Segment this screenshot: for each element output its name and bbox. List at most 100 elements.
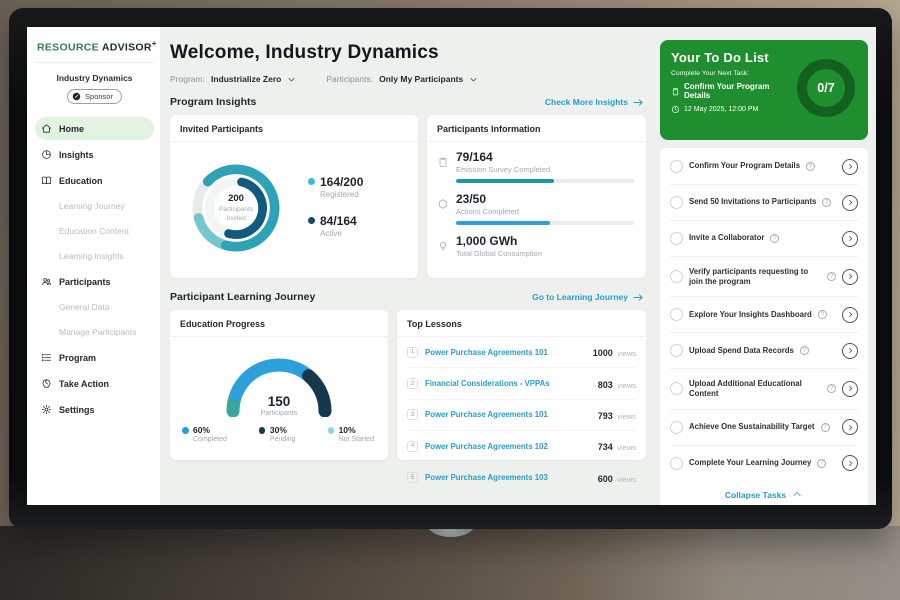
task-open-button[interactable] [842,159,858,175]
task-checkbox[interactable] [670,160,683,173]
education-gauge-chart: 150 Participants [209,345,349,417]
task-row-verify-participants: Verify participants requesting to join t… [670,257,858,297]
sidebar-item-general-data[interactable]: General Data [35,296,154,319]
participants-dropdown[interactable]: Participants: Only My Participants [326,74,478,84]
task-row-complete-learning-journey: Complete Your Learning Journey ? [670,446,858,481]
task-open-button[interactable] [842,195,858,211]
sidebar-item-home[interactable]: Home [35,117,154,140]
active-value: 84/164 [320,214,363,228]
help-icon[interactable]: ? [822,198,831,207]
clipboard-icon [671,87,680,96]
task-checkbox[interactable] [670,457,683,470]
help-icon[interactable]: ? [806,162,815,171]
task-checkbox[interactable] [670,382,683,395]
sidebar-item-settings[interactable]: Settings [35,398,154,421]
lesson-row: 2 Financial Considerations - VPPAs 803 v… [407,368,636,399]
task-label: Upload Additional Educational Content [689,379,821,399]
task-open-button[interactable] [842,381,858,397]
lesson-link[interactable]: Financial Considerations - VPPAs [425,379,591,388]
sidebar-item-label: Take Action [59,379,109,389]
clipboard-icon [437,156,449,168]
lesson-rank: 3 [407,409,418,420]
help-icon[interactable]: ? [818,310,827,319]
lesson-views-count: 600 [598,474,613,484]
task-label: Confirm Your Program Details [689,161,800,171]
task-open-button[interactable] [842,419,858,435]
sidebar-item-program[interactable]: Program [35,346,154,369]
help-icon[interactable]: ? [817,459,826,468]
collapse-tasks-link[interactable]: Collapse Tasks [670,481,858,506]
monitor-bezel: RESOURCE ADVISOR+ Industry Dynamics Spon… [9,8,892,529]
insights-cards-row: Invited Participants [170,115,646,278]
sidebar-item-participants[interactable]: Participants [35,270,154,293]
task-checkbox[interactable] [670,232,683,245]
not-started-label: Not Started [339,436,374,443]
task-row-achieve-sustainability-target: Achieve One Sustainability Target ? [670,410,858,446]
program-filter-value: Industrialize Zero [211,74,281,84]
sidebar-item-label: Program [59,353,96,363]
education-progress-title: Education Progress [170,310,388,337]
logo-resource: RESOURCE [37,42,99,54]
task-checkbox[interactable] [670,421,683,434]
sidebar-item-manage-participants[interactable]: Manage Participants [35,321,154,344]
sponsor-badge[interactable]: Sponsor [67,89,122,104]
sidebar-item-learning-insights[interactable]: Learning Insights [35,245,154,268]
top-lessons-list: 1 Power Purchase Agreements 101 1000 vie… [397,337,646,493]
task-checkbox[interactable] [670,344,683,357]
emission-survey-progressbar [456,179,634,183]
logo-plus: + [152,39,157,48]
actions-progressbar [456,221,634,225]
todo-subtitle: Complete Your Next Task: [671,70,794,77]
todo-progress-value: 0/7 [794,56,858,120]
task-checkbox[interactable] [670,196,683,209]
task-open-button[interactable] [842,231,858,247]
program-dropdown[interactable]: Program: Industrialize Zero [170,74,296,84]
lesson-link[interactable]: Power Purchase Agreements 102 [425,442,591,451]
registered-dot-icon [308,178,315,185]
sidebar-item-education[interactable]: Education [35,169,154,192]
sponsor-badge-icon [72,92,81,101]
help-icon[interactable]: ? [821,423,830,432]
help-icon[interactable]: ? [827,384,836,393]
donut-center: 200 Participants Invited [178,150,294,266]
task-open-button[interactable] [842,307,858,323]
help-icon[interactable]: ? [770,234,779,243]
legend-item-pending: 30% Pending [259,425,296,443]
lesson-link[interactable]: Power Purchase Agreements 103 [425,473,591,482]
task-checkbox[interactable] [670,270,683,283]
lesson-rank: 1 [407,347,418,358]
lesson-views-count: 734 [598,442,613,452]
todo-next-task: Confirm Your Program Details [671,82,794,100]
sidebar-item-label: Home [59,124,84,134]
go-to-learning-journey-link[interactable]: Go to Learning Journey [532,292,644,302]
task-open-button[interactable] [842,455,858,471]
invited-donut-chart: 200 Participants Invited [178,150,294,266]
task-checkbox[interactable] [670,308,683,321]
task-open-button[interactable] [842,269,858,285]
sidebar-item-education-content[interactable]: Education Content [35,220,154,243]
invited-participants-body: 200 Participants Invited 164/200 Registe… [170,142,418,266]
help-icon[interactable]: ? [827,272,836,281]
collapse-tasks-label: Collapse Tasks [725,490,786,500]
education-participants-label: Participants [209,410,349,417]
lesson-link[interactable]: Power Purchase Agreements 101 [425,410,591,419]
todo-summary-card: Your To Do List Complete Your Next Task:… [660,40,868,140]
lesson-views-word: views [617,349,636,358]
check-more-insights-link[interactable]: Check More Insights [545,97,644,107]
todo-datetime: 12 May 2025, 12:00 PM [671,105,794,114]
task-label: Complete Your Learning Journey [689,458,811,468]
task-row-send-invitations: Send 50 Invitations to Participants ? [670,185,858,221]
task-label: Explore Your Insights Dashboard [689,310,812,320]
sidebar-item-insights[interactable]: Insights [35,143,154,166]
top-lessons-title: Top Lessons [397,310,646,337]
task-open-button[interactable] [842,343,858,359]
task-label: Invite a Collaborator [689,233,764,243]
help-icon[interactable]: ? [800,346,809,355]
sidebar: RESOURCE ADVISOR+ Industry Dynamics Spon… [27,27,160,505]
sidebar-item-take-action[interactable]: Take Action [35,372,154,395]
sidebar-item-learning-journey[interactable]: Learning Journey [35,195,154,218]
pending-dot-icon [259,427,266,434]
task-label: Send 50 Invitations to Participants [689,197,816,207]
lesson-link[interactable]: Power Purchase Agreements 101 [425,348,586,357]
lesson-rank: 4 [407,441,418,452]
